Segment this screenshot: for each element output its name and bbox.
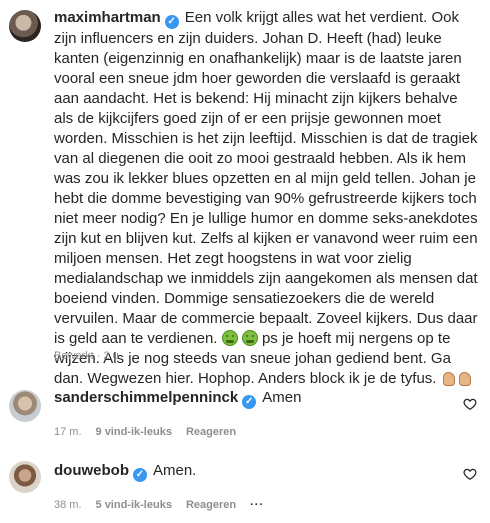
heart-outline-icon[interactable] [463,467,477,481]
heart-outline-icon[interactable] [463,397,477,411]
reply-text: Amen. [153,462,197,479]
comment-body: maximhartman ✓ Een volk krijgt alles wat h… [54,8,480,389]
reply-time: 17 m. [54,426,82,438]
sick-face-emoji-icon [241,330,258,346]
avatar[interactable] [9,461,41,493]
comment-text-part1: Een volk krijgt alles wat het verdient. … [54,9,478,347]
verified-badge-icon: ✓ [164,15,179,29]
reply-username[interactable]: douwebob [54,462,129,479]
reply-button[interactable]: Reageren [186,426,236,438]
verified-badge-icon: ✓ [242,395,257,409]
verified-badge-icon: ✓ [133,468,147,482]
likes-count[interactable]: 5 vind-ik-leuks [96,499,172,511]
reply-button[interactable]: Reageren [186,499,236,511]
sick-face-emoji-icon [221,330,238,346]
reply-username[interactable]: sanderschimmelpenninck [54,389,238,406]
flexed-biceps-emoji-icon [457,370,473,386]
more-options-icon[interactable]: ··· [250,499,264,511]
reply-meta: 17 m. 9 vind-ik-leuks Reageren [54,426,236,438]
edited-timestamp: Bewerkt · 2 u. [54,350,122,362]
avatar[interactable] [9,10,41,42]
reply-comment: douwebob ✓ Amen. [54,461,196,482]
likes-count[interactable]: 9 vind-ik-leuks [96,426,172,438]
avatar[interactable] [9,390,41,422]
flexed-biceps-emoji-icon [441,370,457,386]
reply-text: Amen [262,389,302,406]
reply-time: 38 m. [54,499,82,511]
reply-meta: 38 m. 5 vind-ik-leuks Reageren ··· [54,499,264,511]
comment-username[interactable]: maximhartman [54,9,161,26]
comment-meta: Bewerkt · 2 u. [54,350,122,362]
reply-comment: sanderschimmelpenninck ✓ Amen [54,388,301,409]
